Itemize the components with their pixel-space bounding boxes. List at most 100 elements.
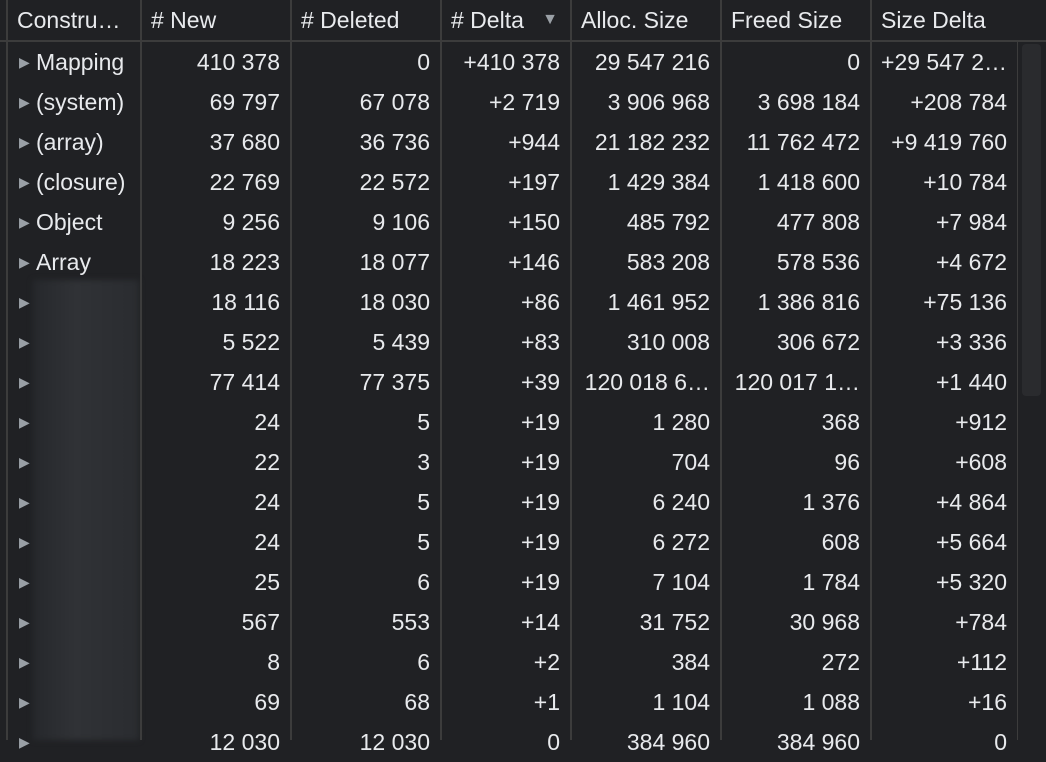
table-row[interactable]: ▶ Mapping 410 378 0 +410 378 29 547 216 0 +29 5… — [0, 42, 1016, 82]
constructor-name: Array — [36, 249, 91, 275]
cell-deleted: 77 375 — [359, 369, 430, 395]
cell-deleted: 9 106 — [372, 209, 430, 235]
cell-alloc: 1 104 — [652, 689, 710, 715]
cell-freed: 306 672 — [776, 329, 860, 355]
table-row[interactable]: ▶ 25 6 +19 7 104 1 784 +5 320 — [0, 562, 1016, 602]
column-header-deleted[interactable]: # Deleted — [291, 0, 440, 40]
column-header-freed-size[interactable]: Freed Size — [721, 0, 870, 40]
cell-deleted: 12 030 — [359, 729, 430, 755]
column-divider[interactable] — [870, 0, 872, 740]
cell-delta: +944 — [508, 129, 560, 155]
column-divider[interactable] — [570, 0, 572, 740]
cell-new: 69 797 — [209, 89, 280, 115]
cell-size-delta: +608 — [955, 449, 1007, 475]
table-row[interactable]: ▶ 22 3 +19 704 96 +608 — [0, 442, 1016, 482]
cell-alloc: 583 208 — [626, 249, 710, 275]
cell-size-delta: +9 419 760 — [891, 129, 1007, 155]
cell-delta: +1 — [533, 689, 560, 715]
table-row[interactable]: ▶ 24 5 +19 6 272 608 +5 664 — [0, 522, 1016, 562]
table-row[interactable]: ▶ Array 18 223 18 077 +146 583 208 578 536 +4 6… — [0, 242, 1016, 282]
cell-alloc: 6 272 — [652, 529, 710, 555]
table-row[interactable]: ▶ 24 5 +19 1 280 368 +912 — [0, 402, 1016, 442]
cell-deleted: 0 — [417, 49, 430, 75]
cell-alloc: 704 — [671, 449, 710, 475]
cell-freed: 384 960 — [776, 729, 860, 755]
table-row[interactable]: ▶ 77 414 77 375 +39 120 018 6… 120 017 1… +1 4… — [0, 362, 1016, 402]
cell-size-delta: +4 672 — [936, 249, 1007, 275]
cell-size-delta: +5 320 — [936, 569, 1007, 595]
cell-freed: 608 — [821, 529, 860, 555]
column-divider[interactable] — [720, 0, 722, 740]
table-row[interactable]: ▶ 5 522 5 439 +83 310 008 306 672 +3 336 — [0, 322, 1016, 362]
cell-size-delta: +112 — [956, 649, 1007, 675]
column-header-new[interactable]: # New — [141, 0, 290, 40]
table-row[interactable]: ▶ (closure) 22 769 22 572 +197 1 429 384 1 418… — [0, 162, 1016, 202]
cell-deleted: 18 077 — [359, 249, 430, 275]
cell-new: 22 — [254, 449, 280, 475]
cell-deleted: 5 — [417, 409, 430, 435]
cell-size-delta: +912 — [955, 409, 1007, 435]
cell-delta: +19 — [520, 449, 560, 475]
cell-alloc: 3 906 968 — [607, 89, 710, 115]
cell-new: 24 — [254, 489, 280, 515]
cell-freed: 11 762 472 — [746, 129, 860, 155]
column-divider[interactable] — [140, 0, 142, 740]
cell-delta: +19 — [520, 409, 560, 435]
table-row[interactable]: ▶ (system) 69 797 67 078 +2 719 3 906 968 3 69… — [0, 82, 1016, 122]
cell-size-delta: 0 — [994, 729, 1007, 755]
cell-new: 22 769 — [209, 169, 280, 195]
cell-alloc: 29 547 216 — [594, 49, 710, 75]
cell-new: 12 030 — [209, 729, 280, 755]
cell-freed: 1 418 600 — [757, 169, 860, 195]
column-header-delta[interactable]: # Delta ▼ — [441, 0, 570, 40]
cell-deleted: 67 078 — [359, 89, 430, 115]
cell-new: 25 — [254, 569, 280, 595]
column-header-size-delta[interactable]: Size Delta — [871, 0, 1017, 40]
table-row[interactable]: ▶ 8 6 +2 384 272 +112 — [0, 642, 1016, 682]
cell-new: 37 680 — [209, 129, 280, 155]
cell-freed: 272 — [821, 649, 860, 675]
cell-alloc: 485 792 — [626, 209, 710, 235]
column-divider[interactable] — [440, 0, 442, 740]
cell-deleted: 5 — [417, 529, 430, 555]
table-row[interactable]: ▶ Object 9 256 9 106 +150 485 792 477 808 +7 98… — [0, 202, 1016, 242]
cell-delta: +83 — [520, 329, 560, 355]
cell-delta: +2 — [533, 649, 560, 675]
cell-alloc: 310 008 — [626, 329, 710, 355]
vertical-scrollbar[interactable] — [1017, 42, 1045, 740]
cell-new: 77 414 — [209, 369, 280, 395]
cell-size-delta: +5 664 — [936, 529, 1007, 555]
cell-deleted: 68 — [404, 689, 430, 715]
cell-delta: +14 — [520, 609, 560, 635]
column-header-alloc-size[interactable]: Alloc. Size — [571, 0, 720, 40]
cell-alloc: 1 461 952 — [607, 289, 710, 315]
cell-alloc: 120 018 6… — [584, 369, 710, 395]
cell-size-delta: +75 136 — [923, 289, 1007, 315]
table-row[interactable]: ▶ 567 553 +14 31 752 30 968 +784 — [0, 602, 1016, 642]
cell-alloc: 6 240 — [652, 489, 710, 515]
cell-size-delta: +16 — [967, 689, 1007, 715]
cell-deleted: 18 030 — [359, 289, 430, 315]
table-row[interactable]: ▶ 24 5 +19 6 240 1 376 +4 864 — [0, 482, 1016, 522]
cell-delta: +86 — [520, 289, 560, 315]
column-divider[interactable] — [290, 0, 292, 740]
table-row[interactable]: ▶ 18 116 18 030 +86 1 461 952 1 386 816 +75 13… — [0, 282, 1016, 322]
cell-deleted: 6 — [417, 569, 430, 595]
cell-alloc: 31 752 — [639, 609, 710, 635]
cell-deleted: 3 — [417, 449, 430, 475]
constructor-name: (closure) — [36, 169, 126, 195]
cell-new: 5 522 — [222, 329, 280, 355]
table-row[interactable]: ▶ 12 030 12 030 0 384 960 384 960 0 — [0, 722, 1016, 762]
scrollbar-thumb[interactable] — [1022, 44, 1041, 396]
cell-freed: 1 376 — [802, 489, 860, 515]
column-header-constructor[interactable]: Constru… — [7, 0, 140, 40]
cell-new: 24 — [254, 409, 280, 435]
cell-delta: +19 — [520, 489, 560, 515]
table-row[interactable]: ▶ (array) 37 680 36 736 +944 21 182 232 11 762… — [0, 122, 1016, 162]
cell-deleted: 553 — [391, 609, 430, 635]
cell-freed: 1 386 816 — [757, 289, 860, 315]
cell-size-delta: +784 — [955, 609, 1007, 635]
cell-delta: +19 — [520, 529, 560, 555]
cell-freed: 578 536 — [776, 249, 860, 275]
table-row[interactable]: ▶ 69 68 +1 1 104 1 088 +16 — [0, 682, 1016, 722]
